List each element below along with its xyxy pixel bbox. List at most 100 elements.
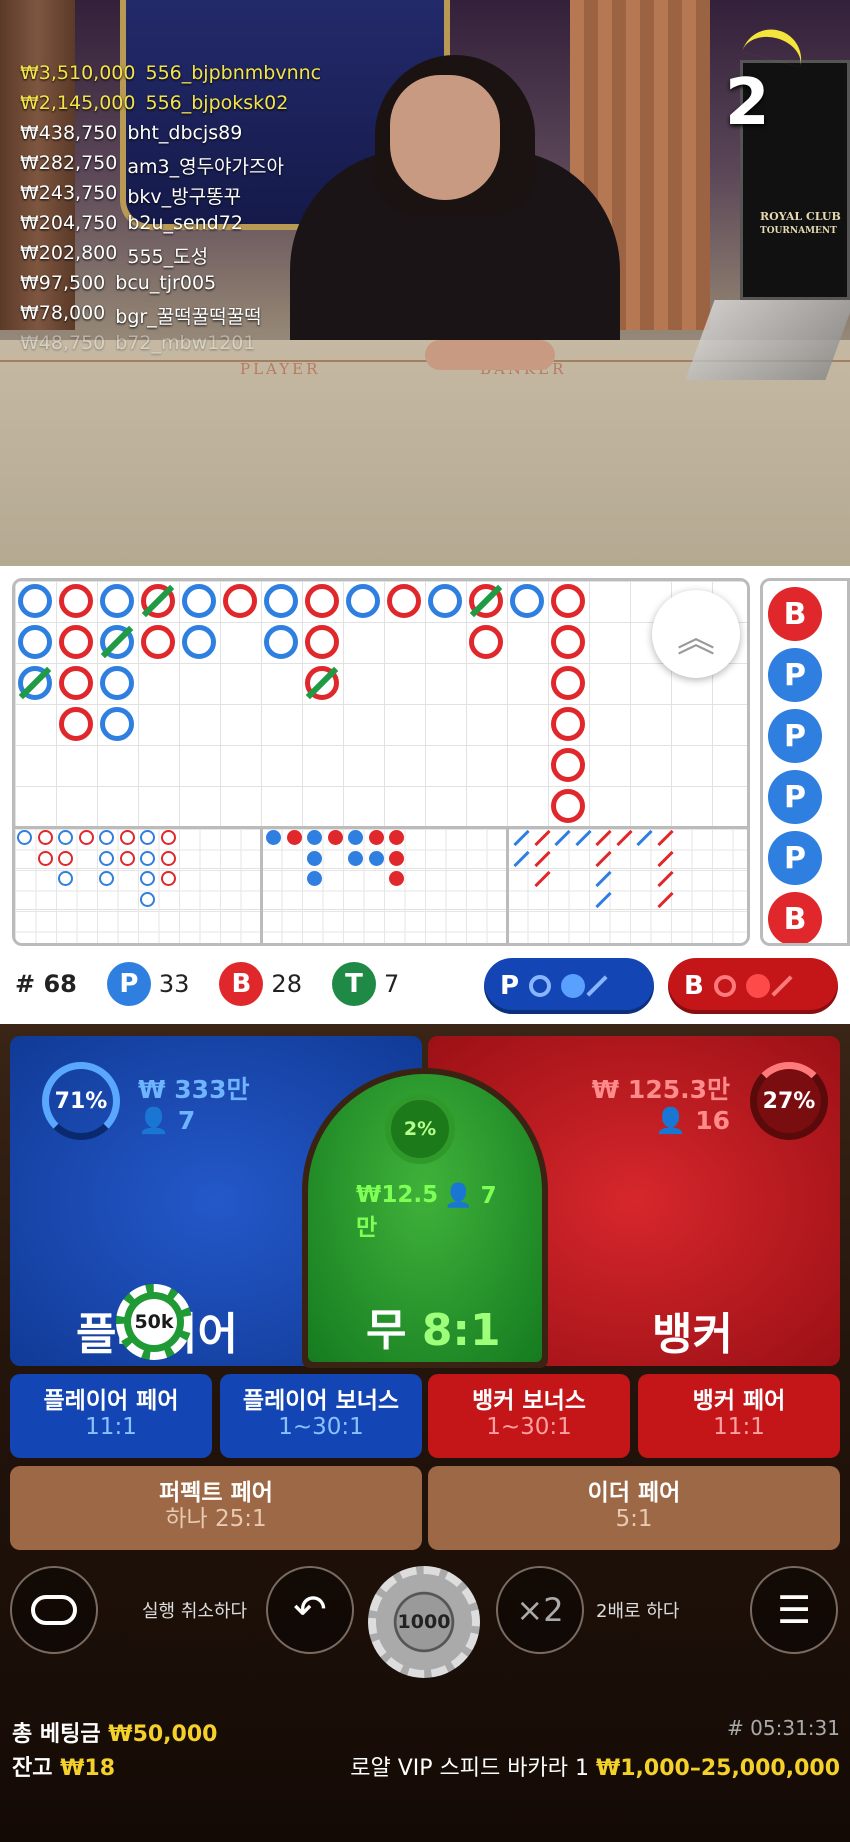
banker-bettor-count: 👤 16 xyxy=(655,1106,730,1135)
undo-button[interactable]: ↶ xyxy=(266,1566,354,1654)
derived-road-mark xyxy=(160,871,176,886)
banker-count: 28 xyxy=(271,970,302,998)
predict-player-letter: P xyxy=(500,971,520,1001)
brand-text: ROYAL CLUB TOURNAMENT xyxy=(760,210,841,236)
road-mark xyxy=(59,584,93,618)
bead-road-item: B xyxy=(768,892,822,943)
dealer-hand xyxy=(425,340,555,370)
derived-road-mark xyxy=(307,850,322,866)
chip-selector[interactable]: 1000 xyxy=(368,1566,480,1678)
tie-percent-ring: 2% xyxy=(385,1094,455,1164)
expand-up-button[interactable]: ︽ xyxy=(652,590,740,678)
hamburger-menu-icon: ☰ xyxy=(776,1588,812,1632)
dealer-face xyxy=(390,75,500,200)
bet-feed-row: ₩2,145,000 556_bjpoksk02 xyxy=(20,92,289,114)
player-pair-bet[interactable]: 플레이어 페어 11:1 xyxy=(10,1374,212,1458)
user-icon: 👤 xyxy=(655,1106,687,1135)
road-mark xyxy=(59,707,93,741)
derived-road-mark xyxy=(99,830,114,845)
player-percent-ring: 71% xyxy=(42,1062,120,1140)
tie-bet-area[interactable]: 2% ₩12.5만 👤 7 무 8:1 xyxy=(302,1068,548,1368)
banker-percent-ring: 27% xyxy=(750,1062,828,1140)
road-mark xyxy=(264,625,298,659)
predict-banker-letter: B xyxy=(684,971,704,1001)
player-predict-button[interactable]: P xyxy=(484,958,654,1014)
double-label: 2배로 하다 xyxy=(596,1601,680,1622)
bead-road-item: B xyxy=(768,587,822,641)
bet-feed-row: ₩3,510,000 556_bjpbnmbvnnc xyxy=(20,62,322,84)
derived-road-mark xyxy=(286,830,302,845)
bet-feed-row: ₩243,750 bkv_방구똥꾸 xyxy=(20,182,242,208)
derived-road-mark xyxy=(389,830,404,845)
road-mark xyxy=(141,625,175,659)
menu-button[interactable]: ☰ xyxy=(750,1566,838,1654)
derived-road-mark xyxy=(58,871,73,886)
slash-icon xyxy=(771,975,793,997)
bet-feed-row: ₩78,000 bgr_꿀떡꿀떡꿀떡 xyxy=(20,302,262,328)
road-mark xyxy=(346,584,380,618)
road-mark xyxy=(551,625,585,659)
either-pair-bet[interactable]: 이더 페어 5:1 xyxy=(428,1466,840,1550)
banker-predict-button[interactable]: B xyxy=(668,958,838,1014)
player-bonus-bet[interactable]: 플레이어 보너스 1~30:1 xyxy=(220,1374,422,1458)
total-rounds: # 68 xyxy=(15,970,77,998)
banker-label: 뱅커 xyxy=(652,1309,733,1360)
road-divider xyxy=(260,826,263,943)
banker-bet-total: ₩ 125.3만 xyxy=(591,1075,730,1104)
derived-road-mark xyxy=(368,830,384,845)
bead-road[interactable]: BPPPPB xyxy=(760,578,850,946)
road-mark xyxy=(264,584,298,618)
road-mark xyxy=(18,584,52,618)
derived-road-mark xyxy=(140,871,155,886)
table-player-text: PLAYER xyxy=(240,360,321,378)
big-road[interactable] xyxy=(12,578,750,946)
road-mark xyxy=(100,666,134,700)
banker-bonus-bet[interactable]: 뱅커 보너스 1~30:1 xyxy=(428,1374,630,1458)
road-divider xyxy=(506,826,509,943)
derived-road-mark xyxy=(140,850,155,866)
perfect-pair-bet[interactable]: 퍼펙트 페어 하나 25:1 xyxy=(10,1466,422,1550)
chat-button[interactable] xyxy=(10,1566,98,1654)
user-icon: 👤 xyxy=(138,1106,170,1135)
double-button[interactable]: ×2 xyxy=(496,1566,584,1654)
road-mark xyxy=(551,748,585,782)
chevron-up-icon: ︽ xyxy=(676,615,715,660)
road-mark xyxy=(18,625,52,659)
player-bet-total: ₩ 333만 xyxy=(138,1075,250,1104)
road-mark xyxy=(387,584,421,618)
total-bet: 총 베팅금 ₩50,000 xyxy=(12,1722,218,1747)
derived-road-mark xyxy=(307,871,322,886)
road-mark xyxy=(182,584,216,618)
derived-road-mark xyxy=(58,830,73,845)
slash-icon xyxy=(586,975,608,997)
derived-road-mark xyxy=(266,830,281,845)
derived-road-mark xyxy=(140,891,155,907)
countdown-timer: 2 xyxy=(725,66,770,140)
derived-road-mark xyxy=(327,830,343,845)
road-mark xyxy=(182,625,216,659)
placed-chip[interactable]: 50k xyxy=(116,1284,192,1360)
tie-bet-total: ₩12.5만 xyxy=(356,1182,439,1241)
banker-pair-bet[interactable]: 뱅커 페어 11:1 xyxy=(638,1374,840,1458)
card-shoe xyxy=(685,300,850,380)
chat-bubble-icon xyxy=(31,1595,77,1625)
derived-road-mark xyxy=(140,830,155,845)
tie-bettor-count: 👤 7 xyxy=(444,1183,497,1209)
player-bettor-count: 👤 7 xyxy=(138,1106,196,1135)
derived-road-mark xyxy=(160,850,176,866)
road-mark xyxy=(551,666,585,700)
derived-road-mark xyxy=(17,830,32,845)
undo-arrow-icon: ↶ xyxy=(293,1587,327,1633)
tie-count: 7 xyxy=(383,970,400,998)
hollow-circle-icon xyxy=(529,975,552,997)
stats-bar: # 68 P 33 B 28 T 7 xyxy=(15,962,399,1006)
road-mark xyxy=(305,584,339,618)
filled-circle-icon xyxy=(561,974,586,998)
road-mark xyxy=(510,584,544,618)
road-mark xyxy=(551,789,585,823)
derived-road-mark xyxy=(78,830,94,845)
bet-feed-row: ₩48,750 b72_mbw1201 xyxy=(20,332,256,354)
double-icon: ×2 xyxy=(516,1591,564,1629)
road-mark xyxy=(551,707,585,741)
derived-road-mark xyxy=(307,830,322,845)
